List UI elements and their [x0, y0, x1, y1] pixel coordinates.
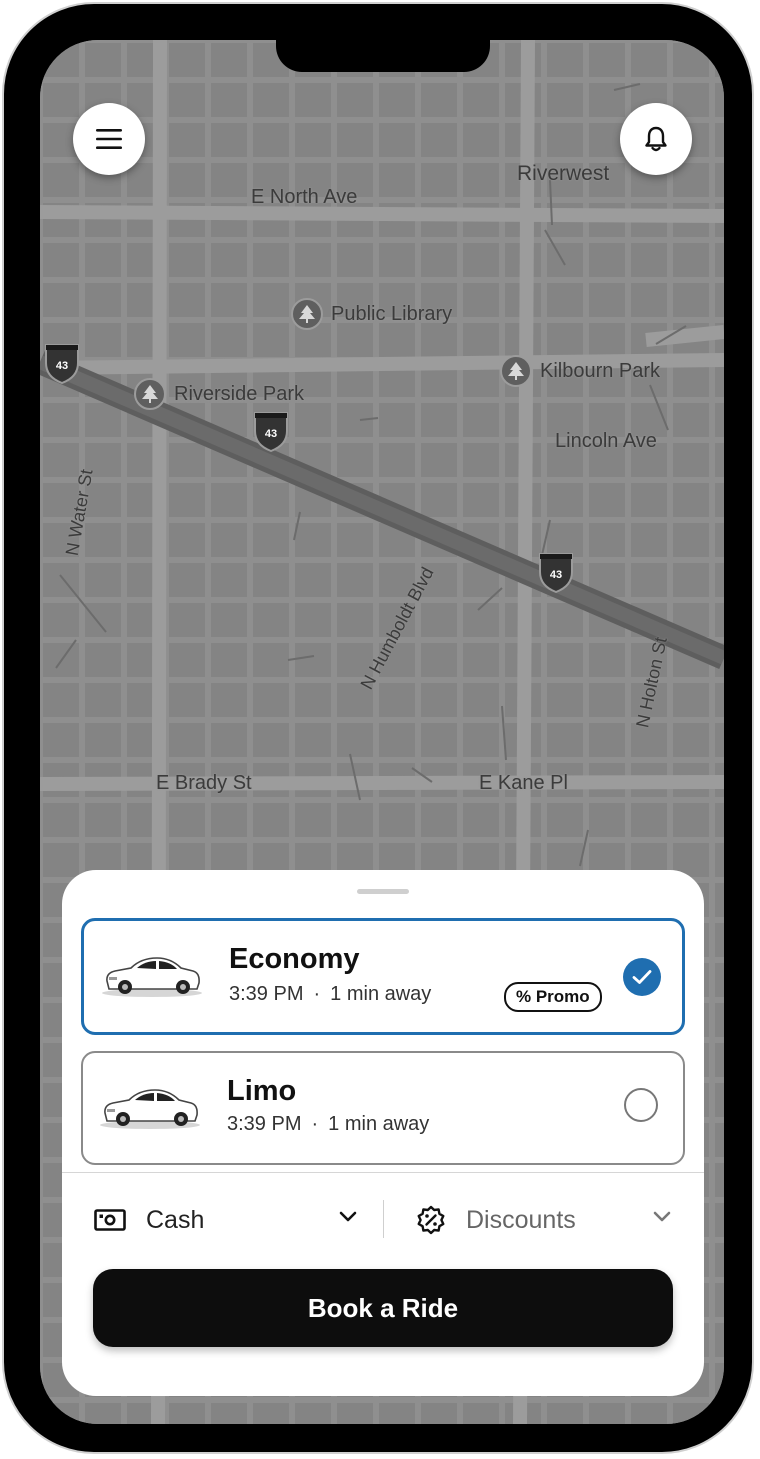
poi-label: Kilbourn Park: [540, 359, 661, 382]
poi-public-library[interactable]: Public Library: [291, 298, 452, 330]
checkmark-icon: [632, 970, 652, 984]
screen: 43 43 43 E North Ave Riverwest Lincoln A…: [40, 40, 724, 1424]
notifications-button[interactable]: [620, 103, 692, 175]
sheet-drag-handle[interactable]: [357, 889, 409, 894]
highway-shield-label: 43: [56, 360, 68, 372]
ride-eta: 1 min away: [328, 1113, 430, 1135]
chevron-down-icon: [339, 1211, 357, 1222]
ride-option-limo[interactable]: Limo 3:39 PM · 1 min away: [81, 1051, 685, 1165]
car-icon: [100, 1089, 200, 1129]
vertical-divider: [383, 1200, 384, 1238]
street-label-e-north-ave: E North Ave: [251, 186, 358, 208]
poi-label: Riverside Park: [174, 382, 305, 405]
phone-frame: 43 43 43 E North Ave Riverwest Lincoln A…: [2, 2, 754, 1454]
ride-name: Economy: [229, 943, 360, 975]
highway-shield-label: 43: [550, 569, 562, 581]
notch: [276, 40, 490, 72]
area-label-riverwest: Riverwest: [517, 162, 610, 185]
ride-options-sheet: Economy 3:39 PM · 1 min away % Promo Lim…: [62, 870, 704, 1396]
ride-option-economy[interactable]: Economy 3:39 PM · 1 min away % Promo: [81, 918, 685, 1035]
selected-check[interactable]: [623, 958, 661, 996]
tree-icon: [500, 355, 532, 387]
ride-eta: 1 min away: [330, 983, 432, 1005]
cash-icon: [94, 1209, 126, 1231]
street-label-lincoln-ave: Lincoln Ave: [555, 430, 657, 452]
street-label-e-kane-pl: E Kane Pl: [479, 772, 568, 794]
ride-info: 3:39 PM · 1 min away: [229, 983, 431, 1006]
tree-icon: [134, 378, 166, 410]
hamburger-menu-icon: [96, 129, 122, 149]
separator-dot: ·: [313, 983, 321, 1005]
payment-label: Cash: [146, 1205, 205, 1234]
street-label-e-brady-st: E Brady St: [156, 772, 252, 794]
ride-name: Limo: [227, 1075, 297, 1107]
highway-shield: 43: [45, 344, 79, 385]
car-icon: [102, 957, 202, 997]
ride-time: 3:39 PM: [229, 983, 304, 1005]
poi-label: Public Library: [331, 302, 453, 325]
separator-dot: ·: [311, 1113, 319, 1135]
divider: [62, 1172, 704, 1173]
poi-riverside-park[interactable]: Riverside Park: [134, 378, 304, 410]
promo-badge: % Promo: [504, 982, 602, 1012]
chevron-down-icon: [653, 1211, 671, 1222]
highway-shield: 43: [539, 553, 573, 594]
highway-shield: 43: [254, 412, 288, 453]
ride-info: 3:39 PM · 1 min away: [227, 1113, 429, 1136]
discount-badge-icon: [417, 1205, 445, 1235]
book-ride-button[interactable]: Book a Ride: [93, 1269, 673, 1347]
ride-time: 3:39 PM: [227, 1113, 302, 1135]
discounts-label: Discounts: [466, 1205, 576, 1234]
discounts-selector[interactable]: Discounts: [416, 1200, 672, 1240]
poi-kilbourn-park[interactable]: Kilbourn Park: [500, 355, 660, 387]
tree-icon: [291, 298, 323, 330]
menu-button[interactable]: [73, 103, 145, 175]
unselected-radio[interactable]: [624, 1088, 658, 1122]
bell-icon: [645, 126, 667, 152]
highway-shield-label: 43: [265, 428, 277, 440]
payment-method-selector[interactable]: Cash: [94, 1200, 358, 1240]
